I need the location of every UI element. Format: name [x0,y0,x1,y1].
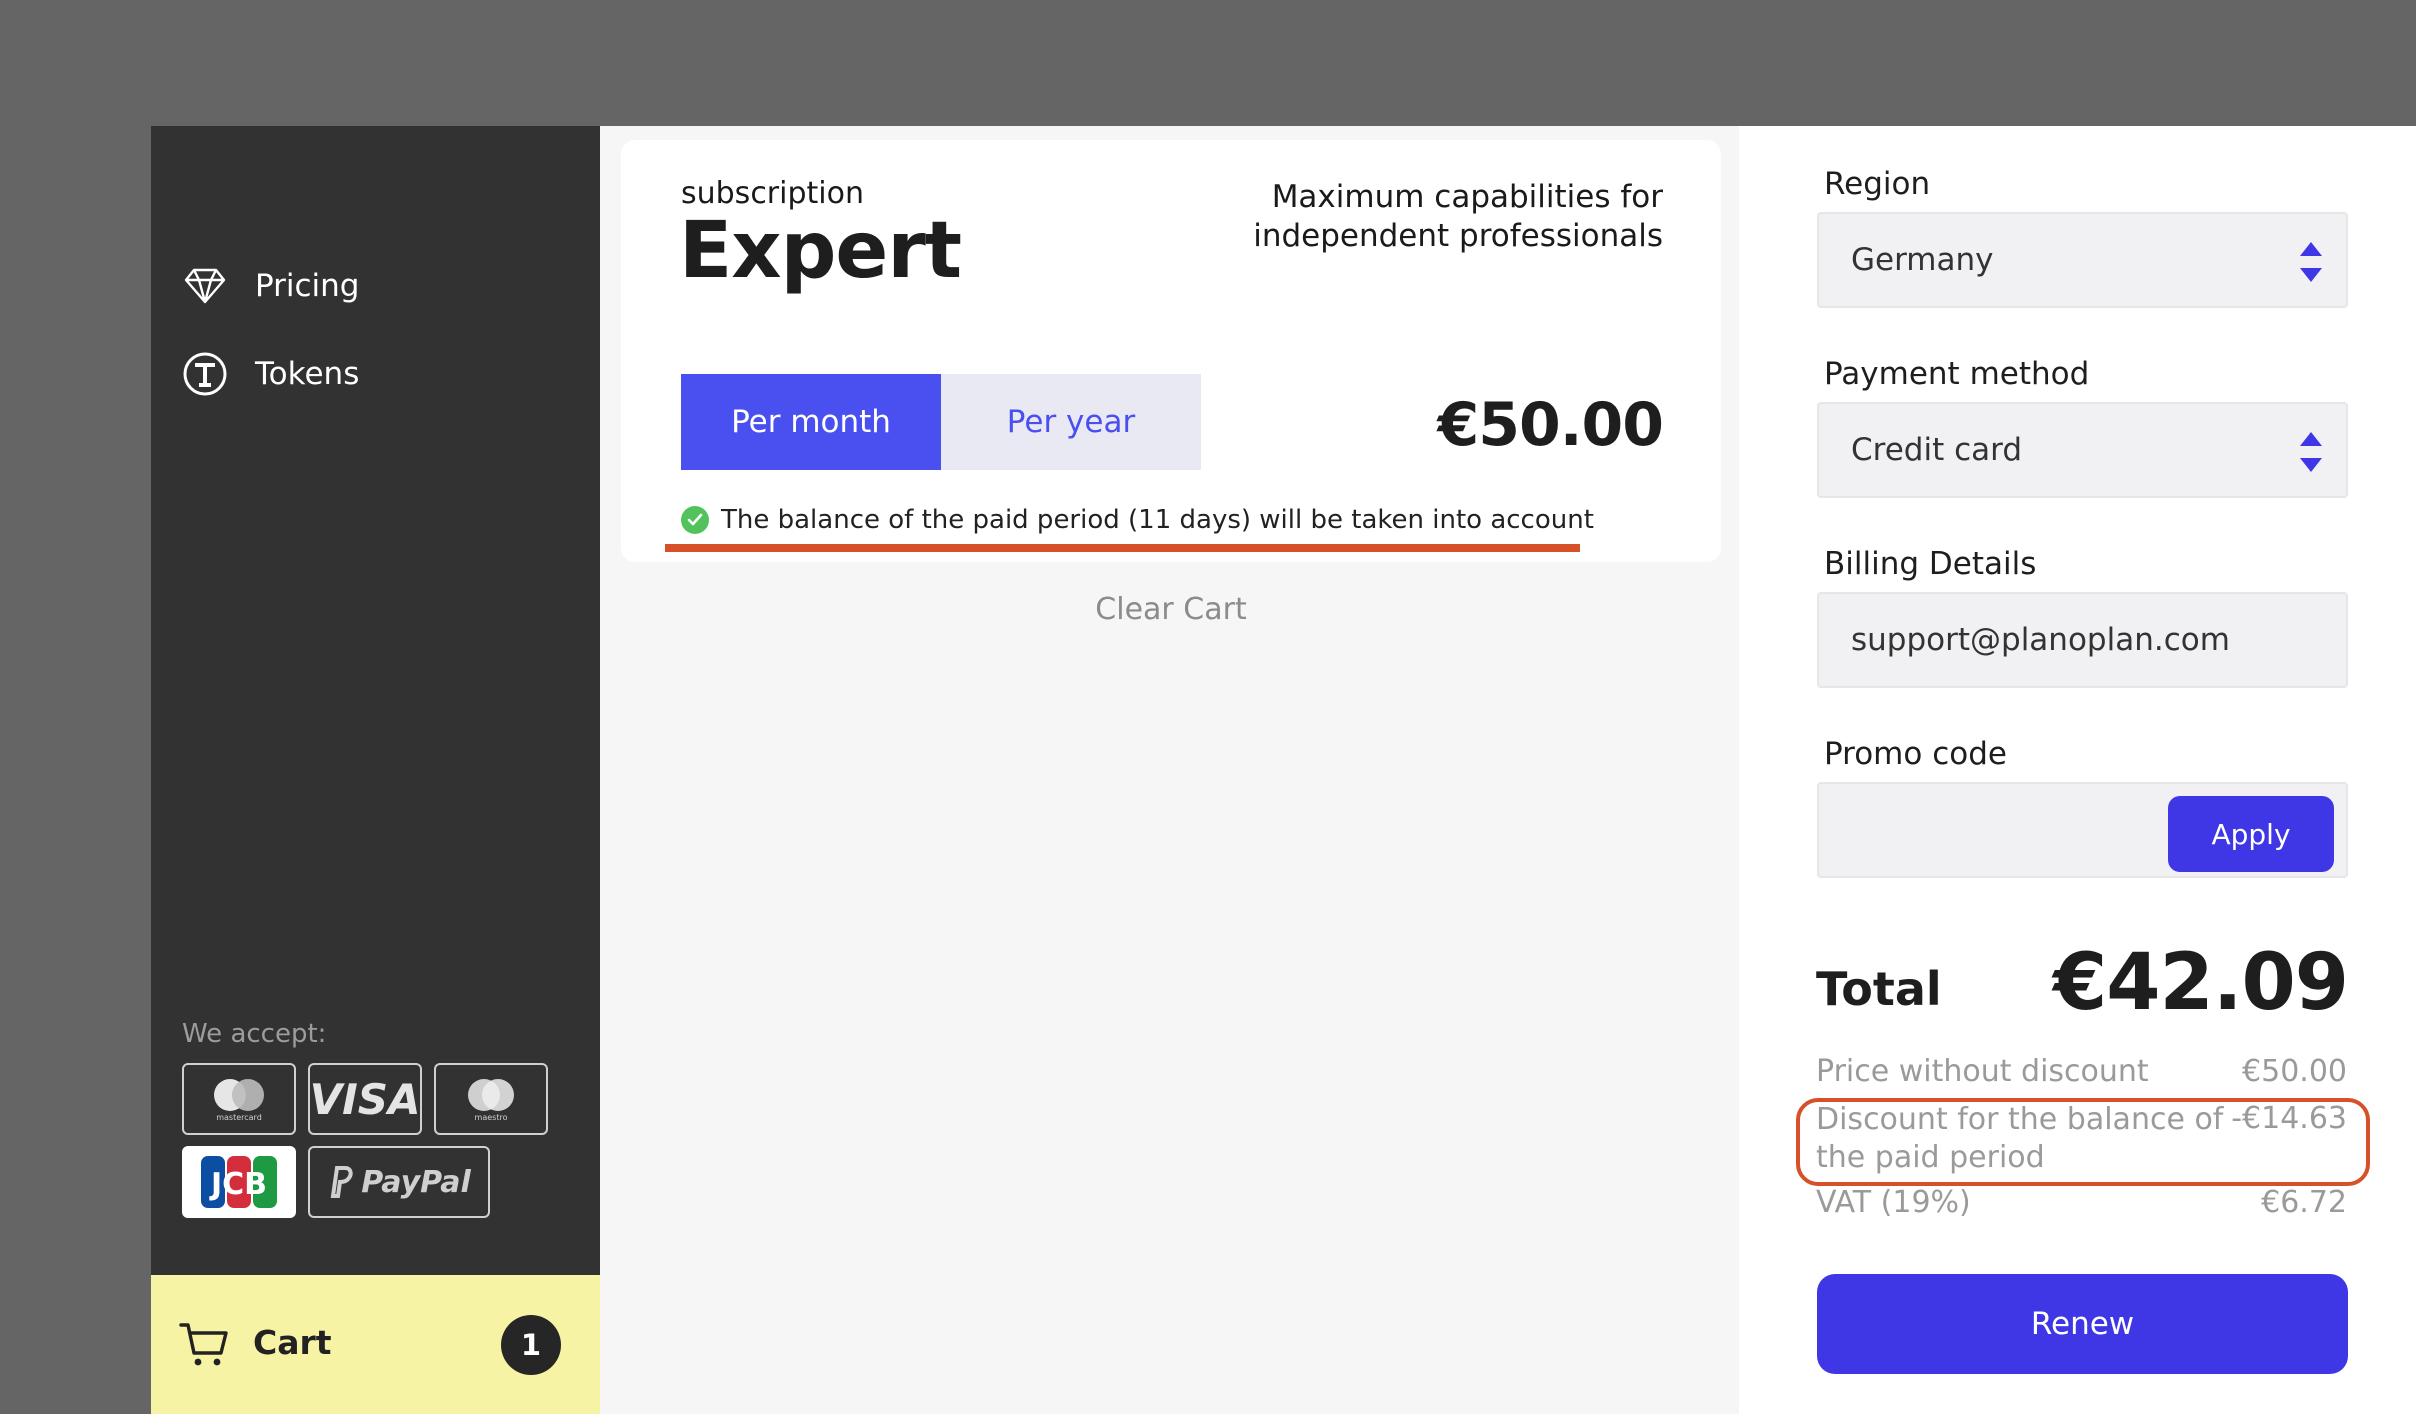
balance-note: The balance of the paid period (11 days)… [681,505,1594,535]
promo-code-label: Promo code [1824,736,2007,772]
total-label: Total [1816,962,1942,1016]
cart-label: Cart [253,1323,332,1362]
sidebar: Pricing Tokens We accept: mastercard VIS… [151,126,600,1414]
diamond-icon [181,262,229,310]
promo-code-input[interactable]: Apply [1817,782,2348,878]
select-arrows-icon [2298,240,2324,284]
svg-text:mastercard: mastercard [216,1113,262,1122]
mastercard-logo: mastercard [182,1063,296,1135]
sidebar-item-pricing[interactable]: Pricing [181,256,360,316]
svg-text:JCB: JCB [209,1167,267,1202]
price-without-discount-label: Price without discount [1816,1054,2149,1089]
sidebar-item-tokens[interactable]: Tokens [181,344,359,404]
vat-label: VAT (19%) [1816,1185,1971,1220]
billing-period-toggle: Per month Per year [681,374,1201,470]
plan-name: Expert [679,206,962,296]
app: Pricing Tokens We accept: mastercard VIS… [151,126,2416,1414]
region-label: Region [1824,166,1931,202]
visa-logo: VISA [308,1063,422,1135]
billing-details-label: Billing Details [1824,546,2037,582]
billing-details-field[interactable]: support@planoplan.com [1817,592,2348,688]
plan-price: €50.00 [1437,390,1664,460]
plan-description: Maximum capabilities for independent pro… [1253,179,1663,254]
check-icon [681,506,709,534]
annotation-underline [665,544,1580,552]
cart-icon [179,1321,229,1373]
paypal-logo: PayPal [308,1146,490,1218]
apply-button[interactable]: Apply [2168,796,2334,872]
checkout-panel: Region Germany Payment method Credit car… [1739,126,2416,1414]
payment-method-select[interactable]: Credit card [1817,402,2348,498]
balance-note-text: The balance of the paid period (11 days)… [721,505,1594,535]
vat-value: €6.72 [2261,1185,2347,1220]
select-arrows-icon [2298,430,2324,474]
maestro-logo: maestro [434,1063,548,1135]
jcb-logo: JCB [182,1146,296,1218]
cart-button[interactable]: Cart 1 [151,1275,600,1414]
region-select[interactable]: Germany [1817,212,2348,308]
cart-count-badge: 1 [501,1315,561,1375]
clear-cart-link[interactable]: Clear Cart [621,592,1721,627]
sidebar-item-label: Tokens [255,356,360,392]
payment-method-label: Payment method [1824,356,2090,392]
annotation-oval [1796,1098,2370,1186]
product-card: subscription Expert Maximum capabilities… [621,140,1721,562]
sidebar-item-label: Pricing [255,268,360,304]
per-month-option[interactable]: Per month [681,374,941,470]
per-year-option[interactable]: Per year [941,374,1201,470]
total-value: €42.09 [2053,938,2349,1028]
we-accept-label: We accept: [182,1019,327,1049]
paypal-icon [330,1166,353,1198]
price-without-discount-value: €50.00 [2242,1054,2347,1089]
renew-button[interactable]: Renew [1817,1274,2348,1374]
svg-text:maestro: maestro [475,1113,508,1122]
payment-method-value: Credit card [1851,432,2022,468]
token-icon [181,350,229,398]
billing-details-value: support@planoplan.com [1851,622,2230,658]
region-value: Germany [1851,242,1994,278]
